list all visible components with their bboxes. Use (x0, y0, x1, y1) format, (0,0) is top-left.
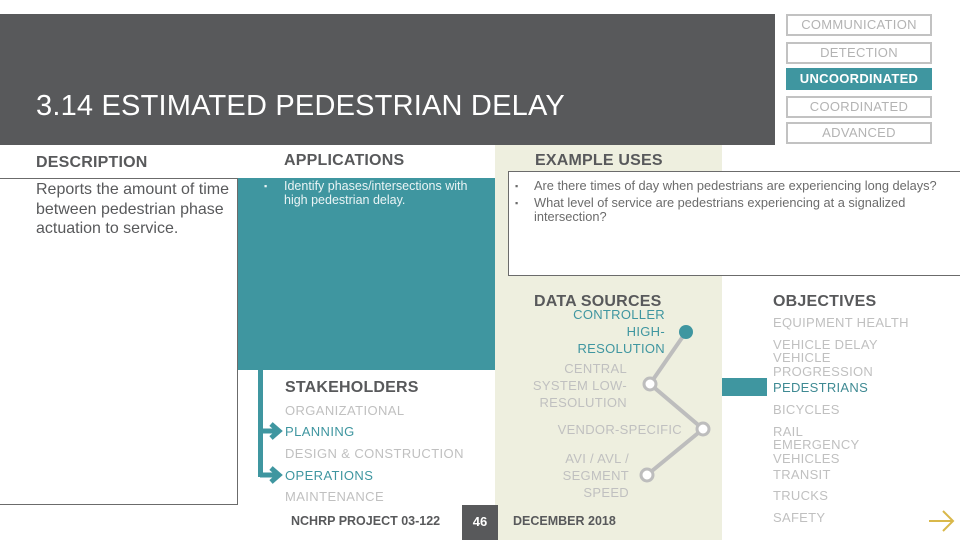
data-source-central-low-res: CENTRAL SYSTEM LOW-RESOLUTION (532, 361, 627, 410)
applications-list: Identify phases/intersections with high … (264, 179, 484, 207)
example-uses-list: Are there times of day when pedestrians … (515, 178, 955, 227)
objective-bicycles: BICYCLES (773, 402, 840, 417)
objective-equipment-health: EQUIPMENT HEALTH (773, 315, 909, 330)
next-arrow-icon[interactable] (928, 509, 956, 533)
footer-project: NCHRP PROJECT 03-122 (291, 514, 441, 528)
objective-emergency-vehicles: EMERGENCY VEHICLES (773, 437, 860, 466)
objective-pedestrians: PEDESTRIANS (773, 380, 869, 395)
description-heading: DESCRIPTION (36, 154, 148, 171)
level-button-detection[interactable]: DETECTION (786, 42, 932, 64)
objective-safety: SAFETY (773, 510, 826, 525)
stakeholder-arrow-icon (260, 422, 283, 440)
applications-heading: APPLICATIONS (284, 152, 405, 169)
footer-date: DECEMBER 2018 (513, 514, 616, 528)
objective-selected-marker (722, 378, 767, 396)
example-uses-heading: EXAMPLE USES (535, 152, 663, 169)
level-button-uncoordinated[interactable]: UNCOORDINATED (786, 68, 932, 90)
level-button-advanced[interactable]: ADVANCED (786, 122, 932, 144)
objective-transit: TRANSIT (773, 467, 831, 482)
stakeholder-arrow-icon (260, 466, 283, 484)
application-item: Identify phases/intersections with high … (264, 179, 484, 207)
data-source-avi-avl-segment-speed: AVI / AVL / SEGMENT SPEED (562, 451, 629, 500)
page-number: 46 (462, 505, 498, 540)
description-text: Reports the amount of time between pedes… (36, 181, 229, 237)
stakeholder-planning: PLANNING (285, 424, 355, 439)
stakeholders-heading: STAKEHOLDERS (285, 379, 419, 396)
stakeholder-maintenance: MAINTENANCE (285, 489, 385, 504)
data-source-vendor-specific: VENDOR-SPECIFIC (557, 422, 682, 437)
objective-vehicle-progression: VEHICLE PROGRESSION (773, 350, 874, 379)
example-use-item: What level of service are pedestrians ex… (515, 195, 955, 225)
objective-trucks: TRUCKS (773, 488, 829, 503)
objectives-heading: OBJECTIVES (773, 293, 877, 310)
stakeholder-operations: OPERATIONS (285, 468, 374, 483)
data-source-controller-high-res: CONTROLLER HIGH-RESOLUTION (573, 307, 665, 356)
header-band (0, 14, 775, 145)
stakeholder-design-construction: DESIGN & CONSTRUCTION (285, 446, 464, 461)
example-use-item: Are there times of day when pedestrians … (515, 178, 955, 194)
stakeholder-organizational: ORGANIZATIONAL (285, 403, 405, 418)
level-button-communication[interactable]: COMMUNICATION (786, 14, 932, 36)
level-button-coordinated[interactable]: COORDINATED (786, 96, 932, 118)
page-title: 3.14 ESTIMATED PEDESTRIAN DELAY (36, 90, 565, 122)
